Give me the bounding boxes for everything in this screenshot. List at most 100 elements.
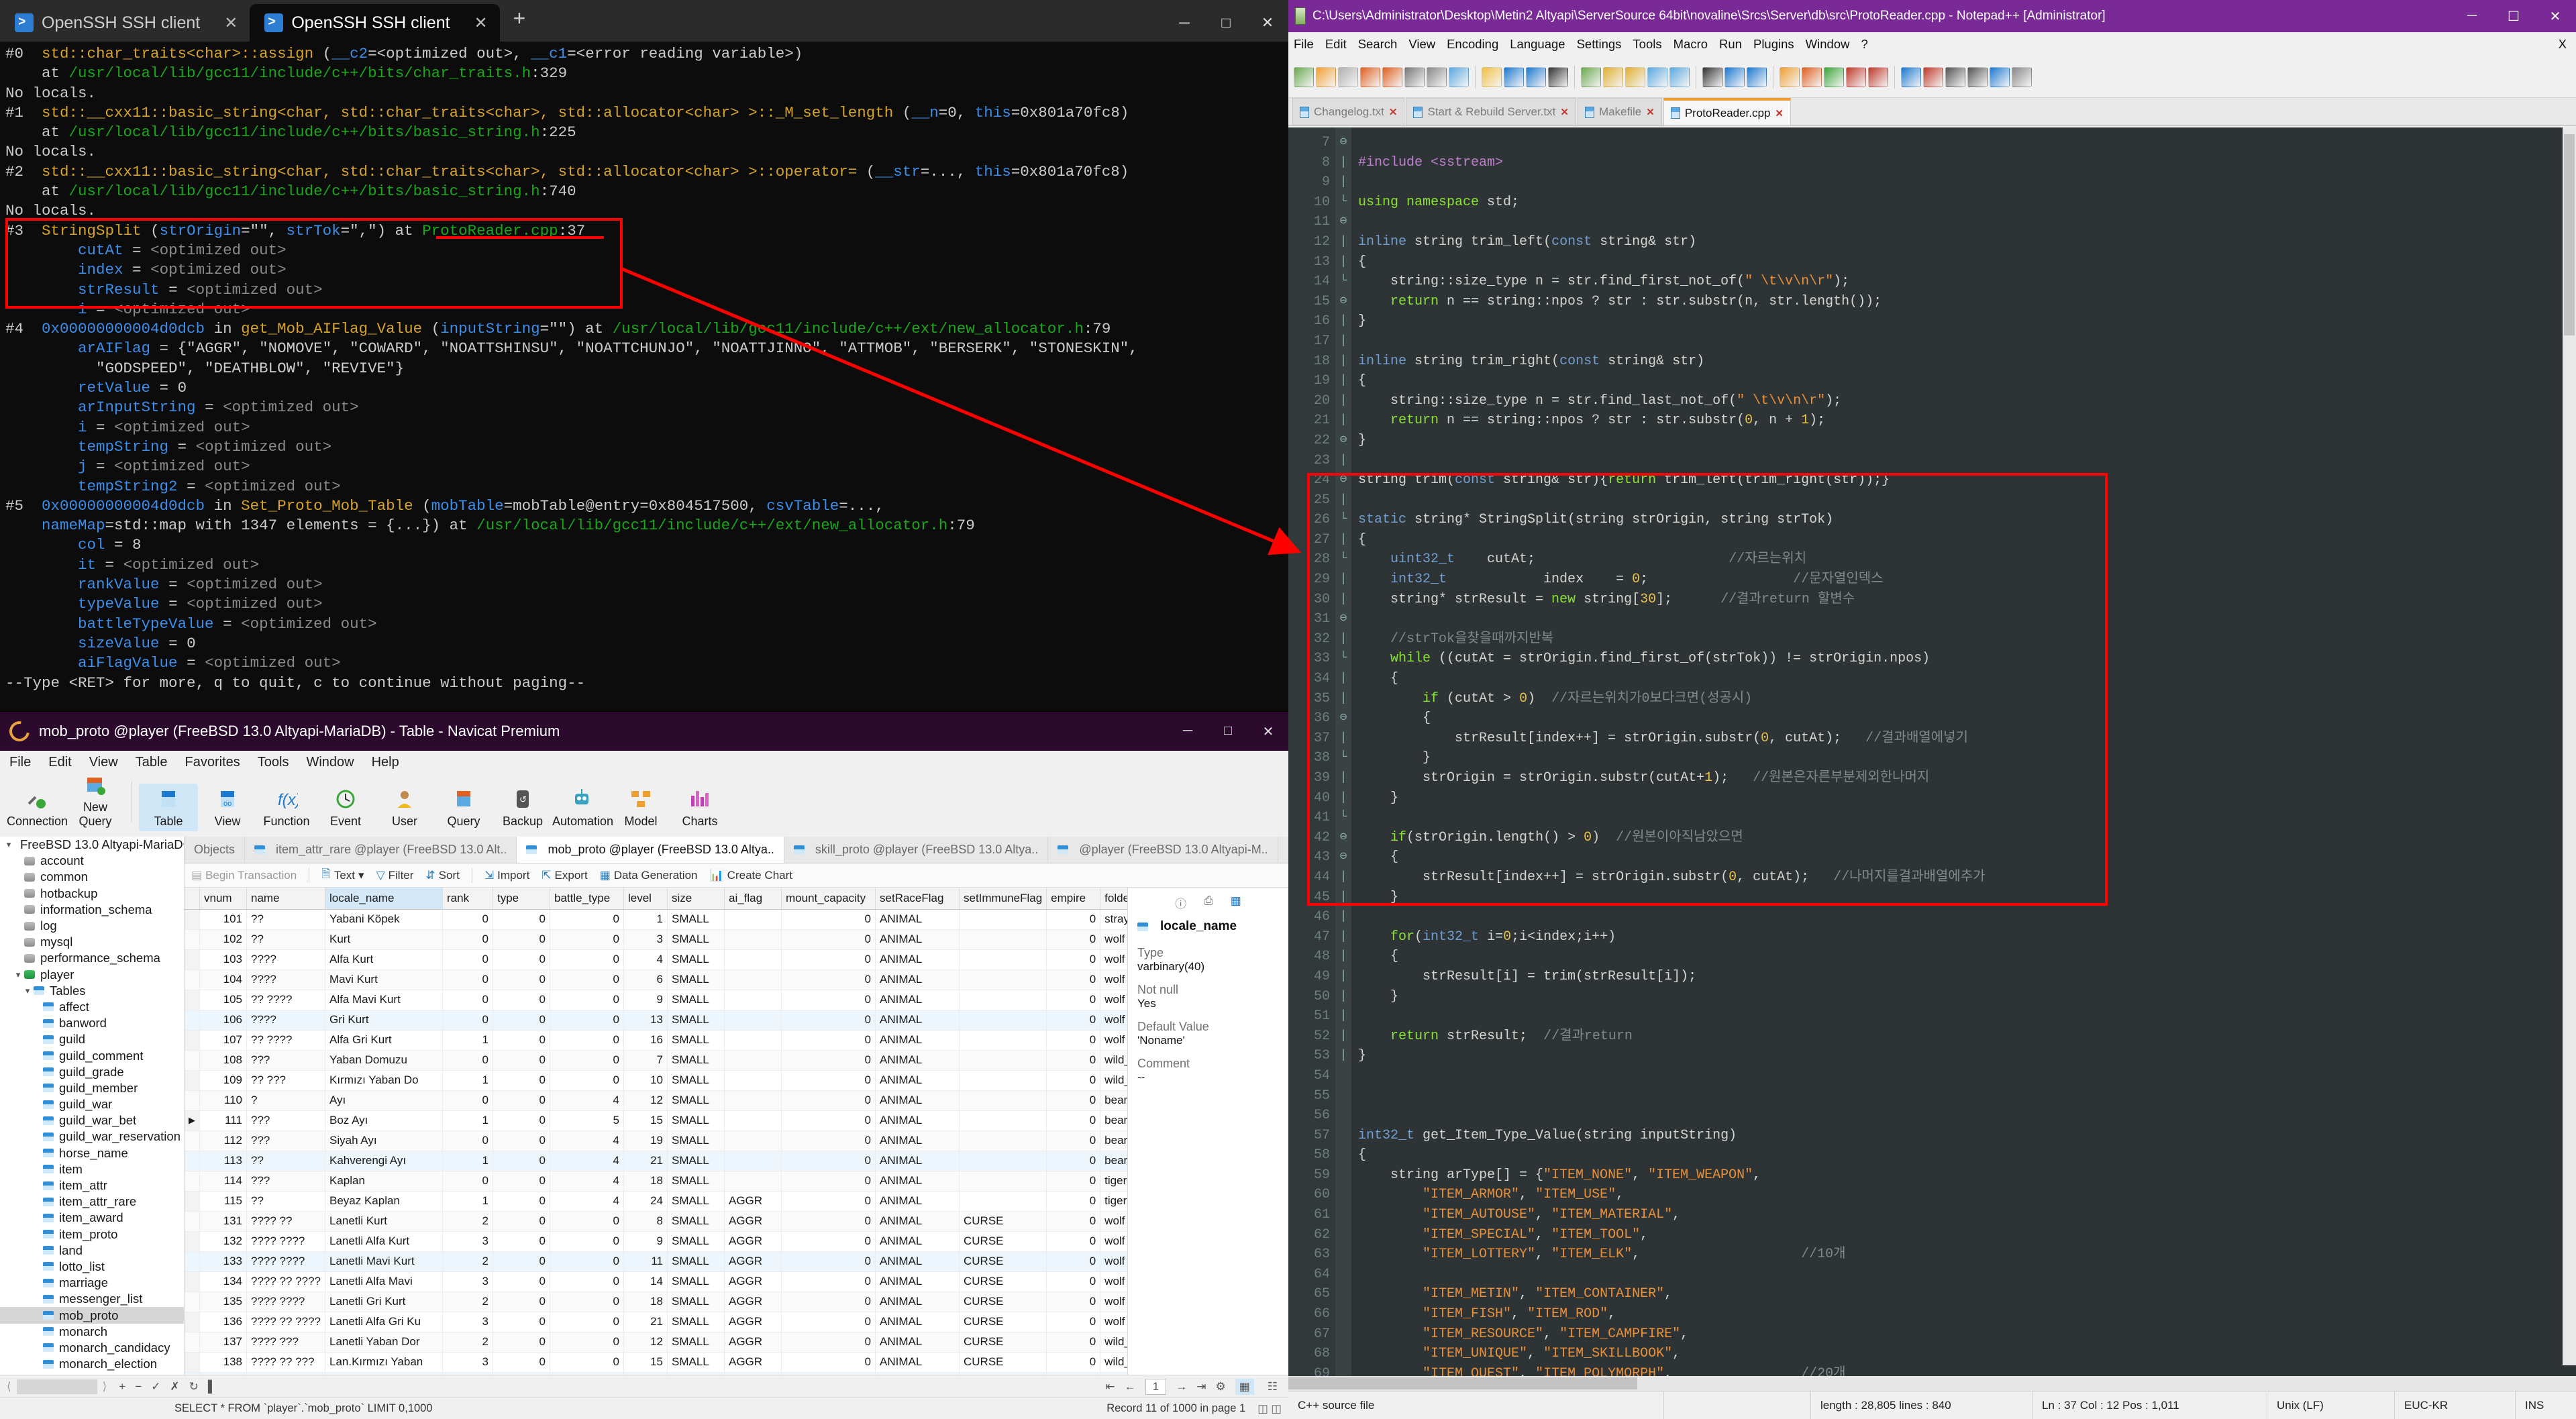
grid-toolbar-data-generation[interactable]: ▦Data Generation: [600, 869, 698, 882]
table-cell[interactable]: 2: [443, 1332, 493, 1352]
table-cell[interactable]: SMALL: [668, 990, 725, 1010]
table-cell[interactable]: SMALL: [668, 1090, 725, 1110]
sidebar-item-guild_member[interactable]: guild_member: [0, 1080, 184, 1096]
table-cell[interactable]: [960, 1191, 1047, 1211]
code-line[interactable]: {: [1358, 1145, 2576, 1165]
table-row[interactable]: 107?? ????Alfa Gri Kurt10016SMALL0ANIMAL…: [185, 1030, 1174, 1050]
toolbar-icon-20[interactable]: [1780, 67, 1800, 87]
table-cell[interactable]: 0: [782, 1292, 876, 1312]
table-cell[interactable]: ANIMAL: [876, 1090, 960, 1110]
grid-toolbar-create-chart[interactable]: 📊Create Chart: [710, 869, 793, 882]
table-cell[interactable]: 0: [1047, 1151, 1100, 1171]
table-cell[interactable]: ?? ????: [247, 990, 325, 1010]
code-line[interactable]: [1358, 490, 2576, 511]
column-header-setRaceFlag[interactable]: setRaceFlag: [876, 888, 960, 909]
table-cell[interactable]: 0: [1047, 1131, 1100, 1151]
menu-item-help[interactable]: Help: [372, 755, 399, 770]
sidebar-item-common[interactable]: common: [0, 869, 184, 885]
fold-marker[interactable]: |: [1335, 411, 1351, 431]
table-cell[interactable]: 4: [550, 1090, 624, 1110]
fold-marker[interactable]: |: [1335, 788, 1351, 808]
refresh-icon[interactable]: ↻: [189, 1380, 199, 1394]
table-cell[interactable]: 134: [200, 1271, 247, 1292]
fold-marker[interactable]: └: [1335, 748, 1351, 768]
table-cell[interactable]: 137: [200, 1332, 247, 1352]
table-cell[interactable]: 0: [443, 929, 493, 949]
maximize-icon[interactable]: □: [1205, 14, 1247, 32]
table-cell[interactable]: 106: [200, 1010, 247, 1030]
fold-marker[interactable]: └: [1335, 193, 1351, 213]
table-cell[interactable]: 0: [1047, 990, 1100, 1010]
table-cell[interactable]: SMALL: [668, 1332, 725, 1352]
menu-item-tools[interactable]: Tools: [1633, 37, 1661, 52]
table-row[interactable]: 134???? ?? ????Lanetli Alfa Mavi 30014SM…: [185, 1271, 1174, 1292]
table-cell[interactable]: ??: [247, 1191, 325, 1211]
toolbar-button-backup[interactable]: ↺Backup: [493, 784, 552, 831]
code-line[interactable]: [1358, 331, 2576, 352]
table-cell[interactable]: 2: [443, 1292, 493, 1312]
table-cell[interactable]: Gri Kurt: [325, 1010, 443, 1030]
table-cell[interactable]: 18: [624, 1171, 668, 1191]
column-header-locale_name[interactable]: locale_name: [325, 888, 443, 909]
toolbar-icon-10[interactable]: [1526, 67, 1546, 87]
table-cell[interactable]: 1: [443, 1110, 493, 1131]
code-line[interactable]: string::size_type n = str.find_last_not_…: [1358, 391, 2576, 411]
last-page-icon[interactable]: ⇥: [1196, 1380, 1206, 1394]
table-cell[interactable]: Lanetli Kurt: [325, 1211, 443, 1231]
code-line[interactable]: {: [1358, 371, 2576, 391]
table-cell[interactable]: 0: [443, 909, 493, 929]
table-cell[interactable]: ???? ????: [247, 1251, 325, 1271]
editor-vertical-scrollbar[interactable]: [2563, 127, 2576, 1365]
toolbar-icon-9[interactable]: [1504, 67, 1524, 87]
table-cell[interactable]: 110: [200, 1090, 247, 1110]
table-row[interactable]: 108???Yaban Domuzu0007SMALL0ANIMAL0wild_…: [185, 1050, 1174, 1070]
page-number-input[interactable]: 1: [1145, 1379, 1166, 1395]
table-cell[interactable]: 2: [443, 1251, 493, 1271]
code-line[interactable]: strResult[index++] = strOrigin.substr(0,…: [1358, 729, 2576, 749]
table-cell[interactable]: 131: [200, 1211, 247, 1231]
table-cell[interactable]: 0: [782, 909, 876, 929]
table-cell[interactable]: 3: [443, 1271, 493, 1292]
table-cell[interactable]: [960, 1010, 1047, 1030]
table-cell[interactable]: 15: [624, 1110, 668, 1131]
toolbar-icon-15[interactable]: [1647, 67, 1667, 87]
sidebar-item-hotbackup[interactable]: hotbackup: [0, 886, 184, 902]
grid-view-icon[interactable]: ▦: [1235, 1379, 1254, 1395]
grid-toolbar-sort[interactable]: ⇵Sort: [425, 869, 459, 882]
table-cell[interactable]: 0: [782, 1050, 876, 1070]
table-cell[interactable]: ???? ???: [247, 1332, 325, 1352]
table-cell[interactable]: CURSE: [960, 1352, 1047, 1372]
table-cell[interactable]: 0: [550, 1050, 624, 1070]
table-cell[interactable]: 101: [200, 909, 247, 929]
table-cell[interactable]: 0: [493, 1292, 550, 1312]
menu-item-edit[interactable]: Edit: [48, 755, 71, 770]
table-cell[interactable]: [960, 1171, 1047, 1191]
table-cell[interactable]: 0: [493, 1332, 550, 1352]
table-cell[interactable]: SMALL: [668, 1151, 725, 1171]
table-cell[interactable]: 0: [1047, 929, 1100, 949]
table-cell[interactable]: 0: [550, 1211, 624, 1231]
column-header-vnum[interactable]: vnum: [200, 888, 247, 909]
table-row[interactable]: 131???? ??Lanetli Kurt2008SMALLAGGR0ANIM…: [185, 1211, 1174, 1231]
table-row[interactable]: 136???? ?? ????Lanetli Alfa Gri Ku30021S…: [185, 1312, 1174, 1332]
toolbar-icon-1[interactable]: [1316, 67, 1336, 87]
table-cell[interactable]: ANIMAL: [876, 949, 960, 969]
table-cell[interactable]: AGGR: [725, 1251, 782, 1271]
minimize-icon[interactable]: ─: [2451, 8, 2493, 25]
table-cell[interactable]: SMALL: [668, 1191, 725, 1211]
code-line[interactable]: [1358, 907, 2576, 927]
fold-marker[interactable]: ⊖: [1335, 708, 1351, 729]
code-line[interactable]: [1358, 1006, 2576, 1027]
table-cell[interactable]: Siyah Ayı: [325, 1131, 443, 1151]
table-cell[interactable]: [725, 969, 782, 990]
table-row[interactable]: 133???? ????Lanetli Mavi Kurt20011SMALLA…: [185, 1251, 1174, 1271]
code-line[interactable]: [1358, 1066, 2576, 1086]
table-cell[interactable]: 18: [624, 1292, 668, 1312]
code-line[interactable]: "ITEM_ARMOR", "ITEM_USE",: [1358, 1185, 2576, 1205]
table-cell[interactable]: SMALL: [668, 1110, 725, 1131]
table-cell[interactable]: SMALL: [668, 1211, 725, 1231]
sidebar-item-performance_schema[interactable]: performance_schema: [0, 950, 184, 966]
table-row[interactable]: 137???? ???Lanetli Yaban Dor20012SMALLAG…: [185, 1332, 1174, 1352]
data-grid[interactable]: vnumnamelocale_nameranktypebattle_typele…: [185, 888, 1174, 1375]
table-cell[interactable]: 1: [443, 1191, 493, 1211]
